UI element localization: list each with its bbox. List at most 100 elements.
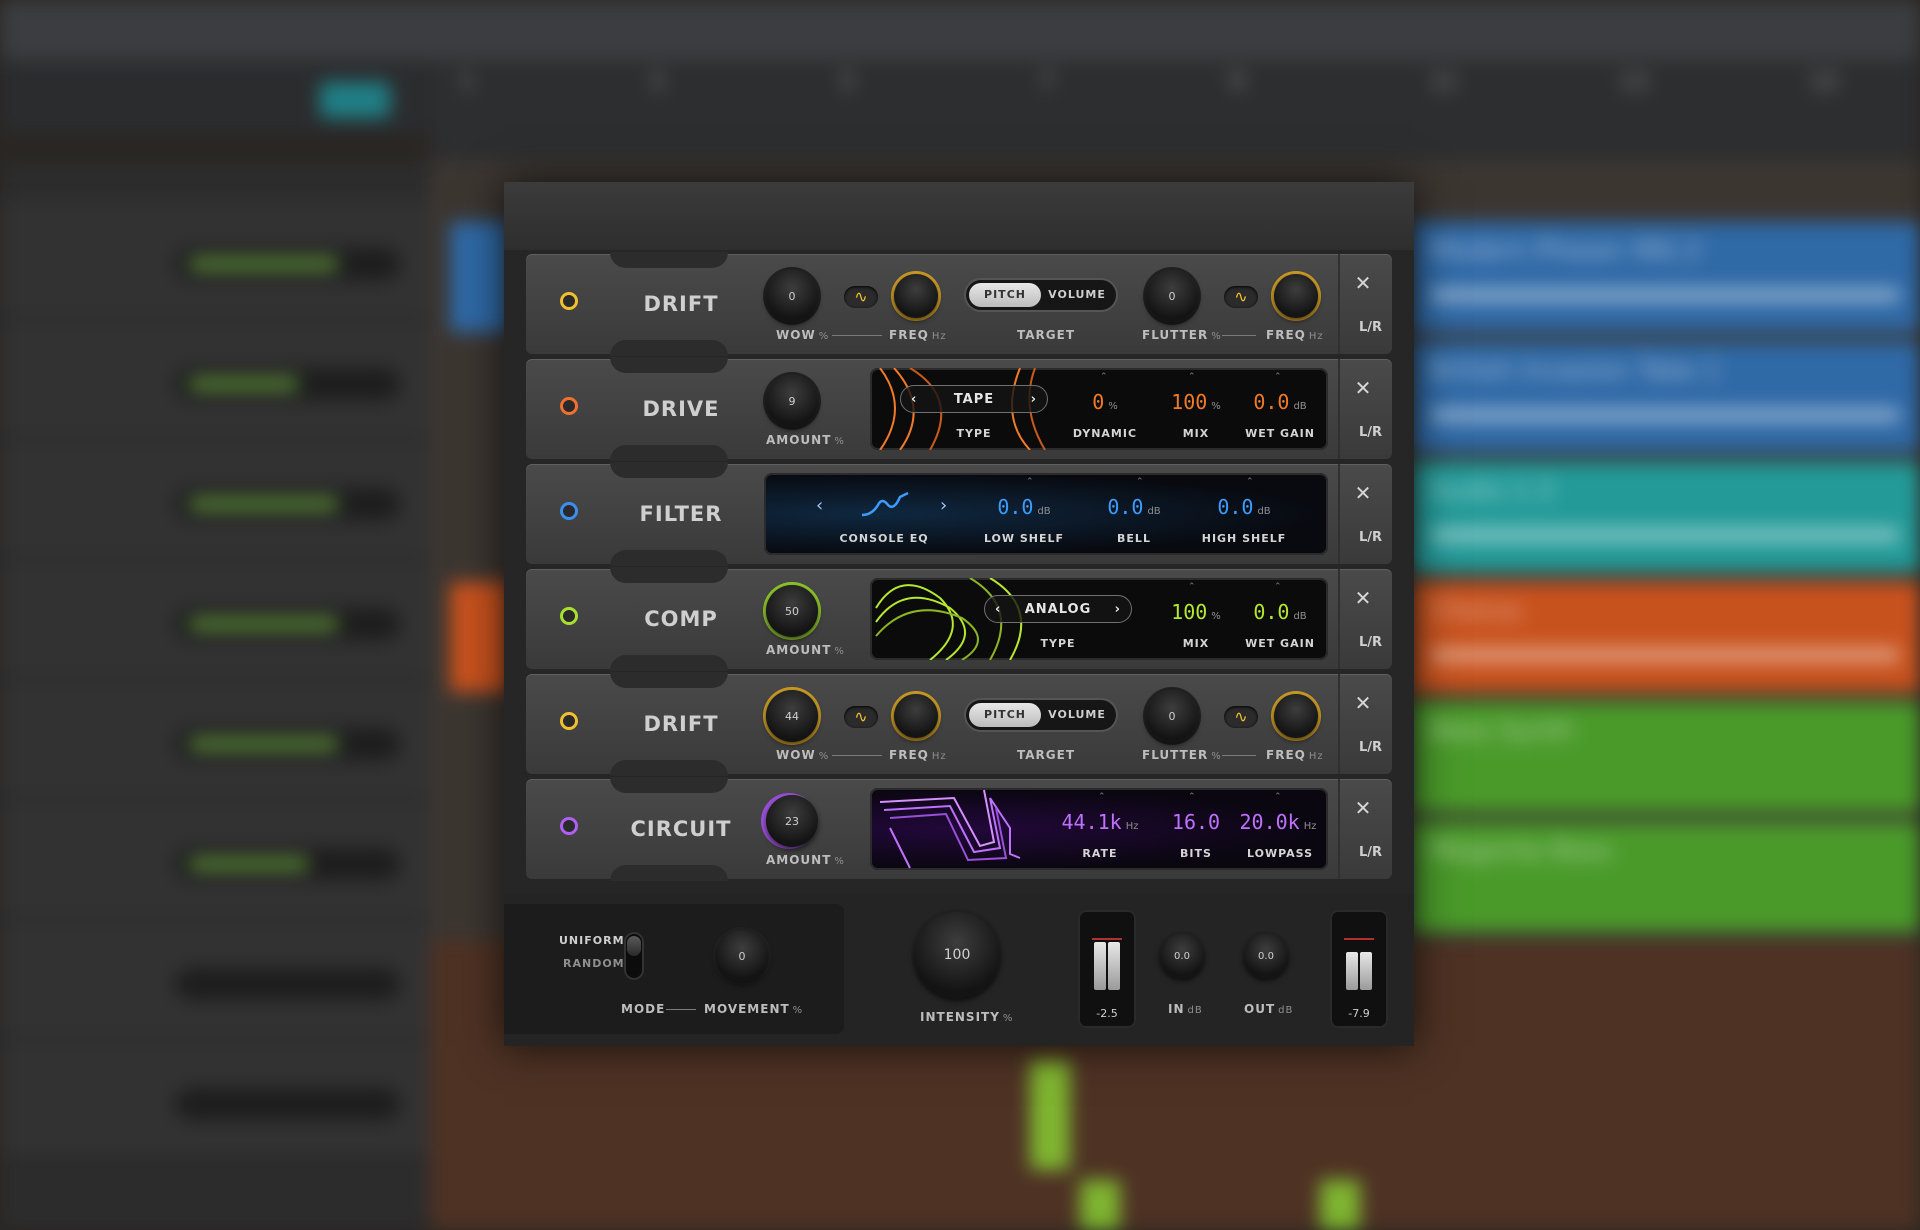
- close-icon[interactable]: ✕: [1342, 472, 1384, 514]
- lr-button[interactable]: L/R: [1359, 320, 1382, 335]
- midi-note[interactable]: [1030, 1060, 1070, 1170]
- track-header[interactable]: [0, 680, 430, 800]
- track-header[interactable]: [0, 800, 430, 920]
- sine-wave-icon[interactable]: ∿: [844, 706, 878, 728]
- close-icon[interactable]: ✕: [1342, 682, 1384, 724]
- flutter-knob[interactable]: 0: [1146, 690, 1198, 742]
- type-selector[interactable]: ‹ ANALOG ›: [984, 595, 1132, 623]
- daw-toolbar-button[interactable]: [320, 82, 390, 118]
- movement-knob[interactable]: 0: [716, 930, 768, 982]
- chevron-left-icon[interactable]: ‹: [816, 495, 823, 516]
- ruler-number: 13: [1620, 70, 1648, 95]
- plugin-header[interactable]: [504, 182, 1414, 250]
- track-header[interactable]: [0, 440, 430, 560]
- track-clip[interactable]: Bass Synth: [1410, 702, 1920, 812]
- midi-note[interactable]: [1320, 1180, 1360, 1230]
- track-clip[interactable]: Chorus: [1410, 582, 1920, 692]
- out-gain-knob[interactable]: 0.0: [1244, 934, 1288, 978]
- wet-gain-label: WET GAIN: [1245, 427, 1315, 440]
- lowpass-value[interactable]: 20.0k Hz: [1230, 810, 1326, 834]
- rate-value[interactable]: 44.1k Hz: [1050, 810, 1150, 834]
- sine-wave-icon[interactable]: ∿: [844, 286, 878, 308]
- chevron-right-icon[interactable]: ›: [940, 495, 947, 516]
- wet-gain-value[interactable]: 0.0 dB: [1240, 600, 1320, 624]
- input-meter[interactable]: -2.5: [1078, 910, 1136, 1028]
- mix-label: MIX: [1182, 637, 1210, 650]
- lr-button[interactable]: L/R: [1359, 740, 1382, 755]
- close-icon[interactable]: ✕: [1342, 262, 1384, 304]
- close-icon[interactable]: ✕: [1342, 577, 1384, 619]
- amount-knob[interactable]: 23: [766, 795, 818, 847]
- dynamic-value[interactable]: 0%: [1070, 390, 1140, 414]
- ruler-number: 3: [650, 70, 664, 95]
- track-header[interactable]: [0, 920, 430, 1040]
- chevron-right-icon[interactable]: ›: [1115, 602, 1121, 617]
- low-shelf-value[interactable]: 0.0 dB: [984, 495, 1064, 519]
- bell-value[interactable]: 0.0 dB: [1094, 495, 1174, 519]
- mix-value[interactable]: 100%: [1156, 390, 1236, 414]
- wet-gain-value[interactable]: 0.0 dB: [1240, 390, 1320, 414]
- wow-knob[interactable]: 44: [766, 690, 818, 742]
- wow-knob[interactable]: 0: [766, 270, 818, 322]
- flutter-knob[interactable]: 0: [1146, 270, 1198, 322]
- freq-label: FREQ Hz: [1266, 748, 1324, 762]
- power-button[interactable]: [560, 397, 578, 415]
- track-clip[interactable]: Audio 1.3: [1410, 462, 1920, 572]
- power-button[interactable]: [560, 712, 578, 730]
- intensity-label: INTENSITY%: [920, 1010, 1014, 1024]
- bits-value[interactable]: 16.0: [1156, 810, 1236, 834]
- freq-knob[interactable]: [894, 274, 938, 318]
- freq-knob[interactable]: [894, 694, 938, 738]
- amount-knob[interactable]: 9: [766, 375, 818, 427]
- lr-button[interactable]: L/R: [1359, 425, 1382, 440]
- midi-note[interactable]: [1080, 1180, 1120, 1230]
- close-icon[interactable]: ✕: [1342, 787, 1384, 829]
- lowpass-label: LOWPASS: [1246, 847, 1314, 860]
- track-header[interactable]: [0, 200, 430, 320]
- target-toggle[interactable]: PITCH VOLUME: [966, 280, 1116, 310]
- volume-option[interactable]: VOLUME: [1041, 283, 1113, 307]
- pitch-option[interactable]: PITCH: [969, 283, 1041, 307]
- track-clip[interactable]: [450, 222, 510, 332]
- sine-wave-icon[interactable]: ∿: [1224, 286, 1258, 308]
- mix-value[interactable]: 100%: [1156, 600, 1236, 624]
- track-clip[interactable]: [450, 582, 510, 692]
- wet-gain-label: WET GAIN: [1245, 637, 1315, 650]
- track-header[interactable]: [0, 560, 430, 680]
- module-name: FILTER: [639, 502, 723, 526]
- lr-button[interactable]: L/R: [1359, 530, 1382, 545]
- high-shelf-value[interactable]: 0.0 dB: [1204, 495, 1284, 519]
- power-button[interactable]: [560, 607, 578, 625]
- lr-button[interactable]: L/R: [1359, 845, 1382, 860]
- bell-label: BELL: [1117, 532, 1151, 545]
- track-clip[interactable]: Magenta Bass: [1410, 822, 1920, 932]
- freq-knob[interactable]: [1274, 274, 1318, 318]
- chevron-left-icon[interactable]: ‹: [995, 602, 1001, 617]
- ruler-number: 9: [1230, 70, 1244, 95]
- sine-wave-icon[interactable]: ∿: [1224, 706, 1258, 728]
- power-button[interactable]: [560, 292, 578, 310]
- lr-button[interactable]: L/R: [1359, 635, 1382, 650]
- eq-curve-icon: [861, 491, 909, 517]
- volume-option[interactable]: VOLUME: [1041, 703, 1113, 727]
- target-toggle[interactable]: PITCH VOLUME: [966, 700, 1116, 730]
- power-button[interactable]: [560, 502, 578, 520]
- power-button[interactable]: [560, 817, 578, 835]
- chevron-right-icon[interactable]: ›: [1031, 392, 1037, 407]
- pitch-option[interactable]: PITCH: [969, 703, 1041, 727]
- track-clip[interactable]: Modern Phaser INS.3: [1410, 222, 1920, 332]
- amount-knob[interactable]: 50: [766, 585, 818, 637]
- ruler-number: 11: [1430, 70, 1458, 95]
- chevron-left-icon[interactable]: ‹: [911, 392, 917, 407]
- track-list: [0, 160, 430, 1230]
- in-gain-knob[interactable]: 0.0: [1160, 934, 1204, 978]
- mode-switch[interactable]: [624, 932, 644, 980]
- close-icon[interactable]: ✕: [1342, 367, 1384, 409]
- freq-knob[interactable]: [1274, 694, 1318, 738]
- track-clip[interactable]: British Invasion Take 1: [1410, 342, 1920, 452]
- track-header[interactable]: [0, 320, 430, 440]
- type-selector[interactable]: ‹ TAPE ›: [900, 385, 1048, 413]
- intensity-knob[interactable]: 100: [914, 912, 1000, 998]
- track-header[interactable]: [0, 1040, 430, 1160]
- output-meter[interactable]: -7.9: [1330, 910, 1388, 1028]
